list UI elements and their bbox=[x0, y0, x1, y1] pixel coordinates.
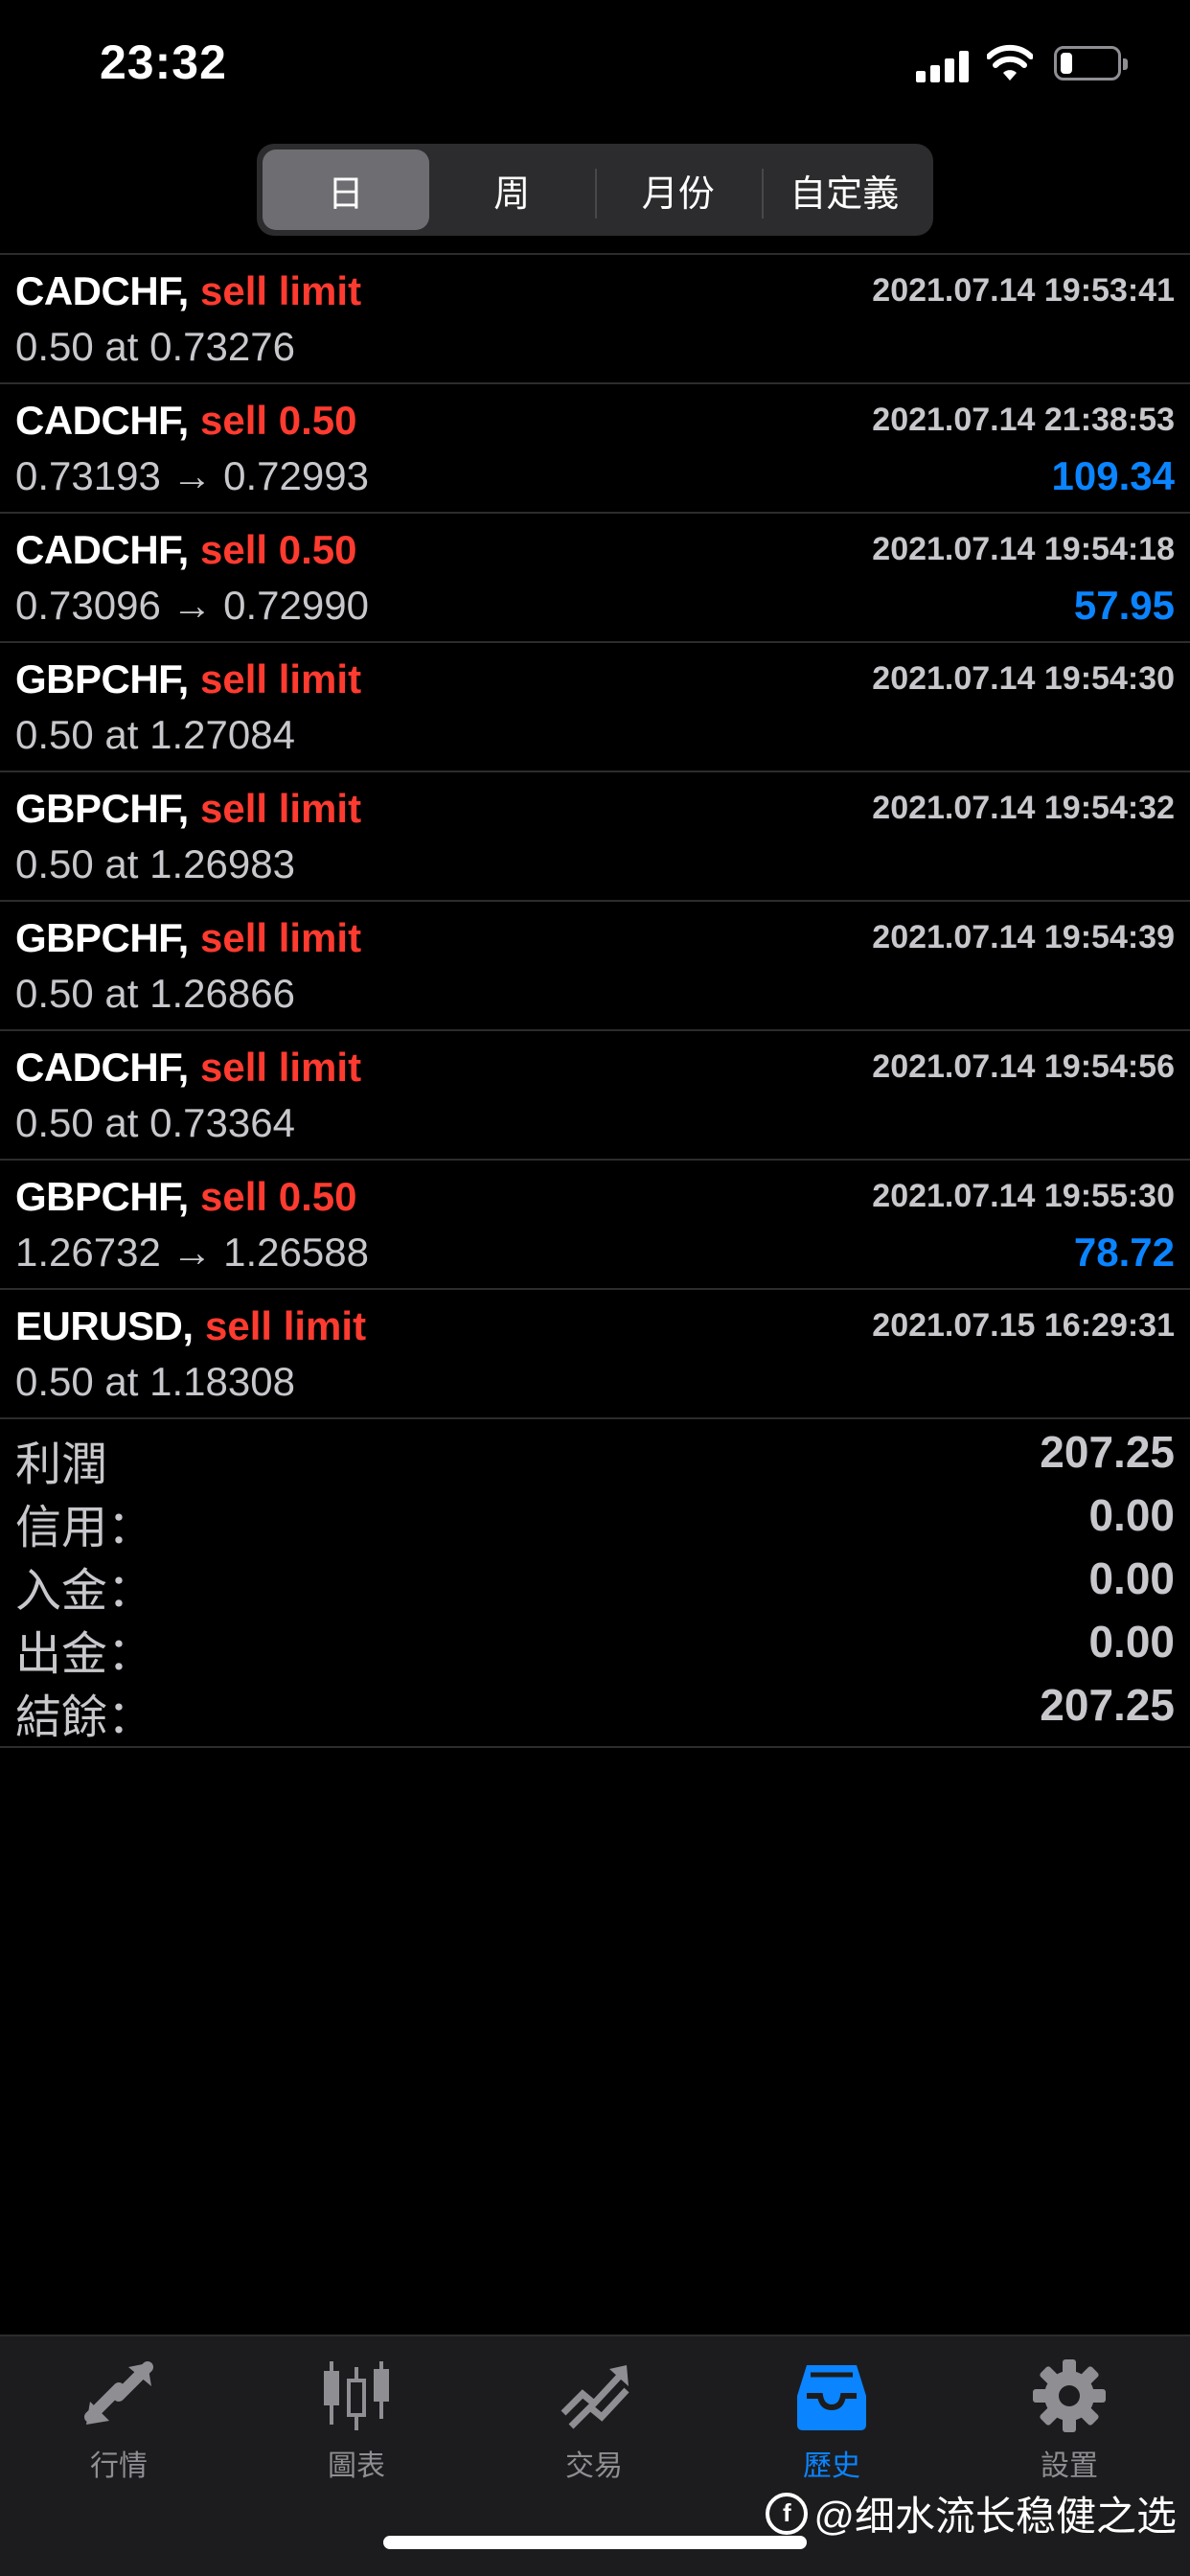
order-detail: 0.73193 → 0.72993 bbox=[15, 453, 369, 498]
order-timestamp: 2021.07.14 21:38:53 bbox=[872, 402, 1175, 438]
order-type: sell limit bbox=[205, 1303, 367, 1348]
order-type: sell 0.50 bbox=[200, 1174, 357, 1219]
order-type: sell limit bbox=[200, 1045, 362, 1090]
order-row[interactable]: CADCHF, sell 0.50 2021.07.14 19:54:18 0.730… bbox=[0, 514, 1190, 643]
order-symbol: GBPCHF, bbox=[15, 915, 189, 960]
order-detail: 1.26732 → 1.26588 bbox=[15, 1230, 369, 1275]
order-profit: 57.95 bbox=[1073, 583, 1175, 628]
order-detail: 0.50 at 1.27084 bbox=[15, 712, 295, 757]
summary-label: 結餘： bbox=[15, 1692, 154, 1743]
account-summary: 利潤 207.25 信用： 0.00 入金： 0.00 出金： 0.00 結餘： 207.25 bbox=[0, 1416, 1190, 1748]
order-detail: 0.50 at 1.26983 bbox=[15, 841, 295, 886]
period-selector: 日 周 月份 自定義 bbox=[257, 144, 933, 236]
order-timestamp: 2021.07.14 19:54:18 bbox=[872, 531, 1175, 567]
summary-value: 207.25 bbox=[1040, 1427, 1175, 1477]
summary-value: 0.00 bbox=[1088, 1617, 1175, 1667]
order-row[interactable]: GBPCHF, sell limit 2021.07.14 19:54:30 0.50… bbox=[0, 643, 1190, 772]
summary-value: 0.00 bbox=[1088, 1553, 1175, 1603]
wifi-icon bbox=[987, 44, 1033, 80]
order-profit: 78.72 bbox=[1073, 1230, 1175, 1275]
order-timestamp: 2021.07.14 19:53:41 bbox=[872, 272, 1175, 309]
cellular-signal-icon bbox=[916, 50, 970, 82]
history-inbox-icon bbox=[797, 2365, 866, 2430]
order-timestamp: 2021.07.15 16:29:31 bbox=[872, 1307, 1175, 1344]
order-symbol: CADCHF, bbox=[15, 268, 189, 313]
order-timestamp: 2021.07.14 19:54:30 bbox=[872, 660, 1175, 697]
order-symbol: GBPCHF, bbox=[15, 786, 189, 831]
order-row[interactable]: GBPCHF, sell limit 2021.07.14 19:54:39 0.50… bbox=[0, 902, 1190, 1031]
order-symbol: CADCHF, bbox=[15, 398, 189, 443]
order-type: sell 0.50 bbox=[200, 398, 357, 443]
period-tab-custom[interactable]: 自定義 bbox=[761, 150, 928, 230]
tab-history[interactable]: 歷史 bbox=[755, 2358, 908, 2492]
order-row[interactable]: EURUSD, sell limit 2021.07.15 16:29:31 0.50… bbox=[0, 1290, 1190, 1419]
status-time: 23:32 bbox=[100, 35, 227, 89]
order-row[interactable]: GBPCHF, sell 0.50 2021.07.14 19:55:30 1.267… bbox=[0, 1161, 1190, 1290]
order-type: sell 0.50 bbox=[200, 527, 357, 572]
trade-icon bbox=[561, 2365, 629, 2429]
order-symbol: GBPCHF, bbox=[15, 1174, 189, 1219]
tab-label: 歷史 bbox=[803, 2450, 860, 2482]
summary-row: 利潤 207.25 bbox=[0, 1416, 1190, 1490]
tab-label: 圖表 bbox=[328, 2450, 385, 2482]
order-timestamp: 2021.07.14 19:54:39 bbox=[872, 919, 1175, 955]
summary-row: 結餘： 207.25 bbox=[0, 1669, 1190, 1743]
order-symbol: EURUSD, bbox=[15, 1303, 194, 1348]
status-bar: 23:32 bbox=[0, 0, 1190, 134]
summary-row: 入金： 0.00 bbox=[0, 1543, 1190, 1617]
tab-label: 交易 bbox=[565, 2450, 623, 2482]
order-timestamp: 2021.07.14 19:54:56 bbox=[872, 1048, 1175, 1085]
order-timestamp: 2021.07.14 19:54:32 bbox=[872, 790, 1175, 826]
battery-icon bbox=[1054, 46, 1128, 80]
order-symbol: CADCHF, bbox=[15, 1045, 189, 1090]
order-type: sell limit bbox=[200, 915, 362, 960]
summary-value: 207.25 bbox=[1040, 1680, 1175, 1730]
order-type: sell limit bbox=[200, 268, 362, 313]
period-tab-month[interactable]: 月份 bbox=[595, 150, 762, 230]
gear-icon bbox=[1033, 2359, 1106, 2432]
order-row[interactable]: CADCHF, sell limit 2021.07.14 19:54:56 0.50… bbox=[0, 1031, 1190, 1161]
order-detail: 0.50 at 0.73276 bbox=[15, 324, 295, 369]
order-profit: 109.34 bbox=[1051, 453, 1175, 498]
weibo-logo-icon: f bbox=[766, 2492, 809, 2535]
chart-candles-icon bbox=[324, 2361, 389, 2430]
order-symbol: GBPCHF, bbox=[15, 656, 189, 702]
tab-settings[interactable]: 設置 bbox=[993, 2358, 1146, 2492]
summary-row: 信用： 0.00 bbox=[0, 1480, 1190, 1553]
period-tab-week[interactable]: 周 bbox=[429, 150, 596, 230]
summary-row: 出金： 0.00 bbox=[0, 1606, 1190, 1680]
tab-trade[interactable]: 交易 bbox=[517, 2358, 671, 2492]
home-indicator bbox=[383, 2536, 807, 2549]
summary-value: 0.00 bbox=[1088, 1490, 1175, 1540]
order-detail: 0.73096 → 0.72990 bbox=[15, 583, 369, 628]
order-history-list: CADCHF, sell limit 2021.07.14 19:53:41 0.50… bbox=[0, 253, 1190, 1419]
order-symbol: CADCHF, bbox=[15, 527, 189, 572]
order-timestamp: 2021.07.14 19:55:30 bbox=[872, 1178, 1175, 1214]
order-type: sell limit bbox=[200, 656, 362, 702]
order-row[interactable]: CADCHF, sell 0.50 2021.07.14 21:38:53 0.731… bbox=[0, 384, 1190, 514]
history-screen: 23:32 日 周 月份 自定義 CADCHF, sell limit 2021.0… bbox=[0, 0, 1190, 2576]
tab-charts[interactable]: 圖表 bbox=[280, 2358, 433, 2492]
order-type: sell limit bbox=[200, 786, 362, 831]
watermark: f @细水流长稳健之选 bbox=[766, 2484, 1177, 2542]
order-row[interactable]: CADCHF, sell limit 2021.07.14 19:53:41 0.50… bbox=[0, 255, 1190, 384]
watermark-text: @细水流长稳健之选 bbox=[813, 2494, 1177, 2539]
order-detail: 0.50 at 1.26866 bbox=[15, 971, 295, 1016]
order-row[interactable]: GBPCHF, sell limit 2021.07.14 19:54:32 0.50… bbox=[0, 772, 1190, 902]
order-detail: 0.50 at 0.73364 bbox=[15, 1100, 295, 1145]
period-tab-day[interactable]: 日 bbox=[263, 150, 429, 230]
tab-label: 設置 bbox=[1041, 2450, 1098, 2482]
quotes-icon bbox=[84, 2361, 153, 2425]
tab-label: 行情 bbox=[90, 2450, 148, 2482]
order-detail: 0.50 at 1.18308 bbox=[15, 1359, 295, 1404]
tab-quotes[interactable]: 行情 bbox=[42, 2358, 195, 2492]
